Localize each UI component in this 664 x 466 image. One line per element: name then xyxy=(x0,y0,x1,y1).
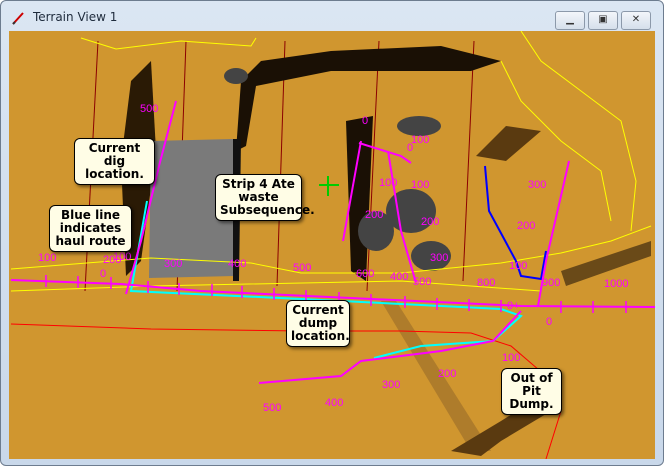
chainage-label: 300 xyxy=(382,379,400,391)
close-icon: ✕ xyxy=(631,14,641,25)
callout-current-dump: Current dump location. xyxy=(286,300,350,347)
chainage-label: 1000 xyxy=(604,278,628,290)
chainage-label: 200 xyxy=(365,209,383,221)
close-button[interactable]: ✕ xyxy=(621,11,651,30)
chainage-label: 800 xyxy=(477,277,495,289)
chainage-label: 100 xyxy=(502,352,520,364)
maximize-icon: ▣ xyxy=(598,14,608,25)
chainage-label: 0 xyxy=(546,316,552,328)
title-bar[interactable]: Terrain View 1 ▁ ▣ ✕ xyxy=(1,1,663,31)
crosshair-icon xyxy=(319,176,339,196)
window-title: Terrain View 1 xyxy=(33,10,118,24)
chainage-label: 400 xyxy=(390,271,408,283)
callout-out-of-pit-dump: Out of Pit Dump. xyxy=(501,368,562,415)
chainage-label: 400 xyxy=(325,397,343,409)
chainage-label: 200 xyxy=(438,368,456,380)
chainage-label: 0 xyxy=(362,115,368,127)
callout-current-dig: Current dig location. xyxy=(74,138,155,185)
chainage-label: 100 xyxy=(411,179,429,191)
grey-patches xyxy=(224,68,451,271)
chainage-label: 100 xyxy=(411,134,429,146)
chainage-label: 500 xyxy=(413,276,431,288)
waste-dump-ramp xyxy=(476,126,541,161)
chainage-label: 400 xyxy=(228,258,246,270)
chainage-label: 200 xyxy=(421,216,439,228)
pencil-icon xyxy=(12,12,24,25)
chainage-label: 900 xyxy=(542,277,560,289)
maximize-button[interactable]: ▣ xyxy=(588,11,618,30)
chainage-label: 0 xyxy=(100,268,106,280)
chainage-label: 100 xyxy=(38,252,56,264)
chainage-label: 500 xyxy=(140,103,158,115)
terrain-view-window: Terrain View 1 ▁ ▣ ✕ 500 100 200 100 0 3… xyxy=(0,0,664,466)
chainage-label: 300 xyxy=(430,252,448,264)
minimize-button[interactable]: ▁ xyxy=(555,11,585,30)
chainage-label: 0+ xyxy=(507,300,520,312)
chainage-label: 600 xyxy=(356,268,374,280)
chainage-label: 100 xyxy=(113,251,131,263)
chainage-label: 200 xyxy=(517,220,535,232)
chainage-label: 100 xyxy=(379,177,397,189)
chainage-label: 100 xyxy=(509,260,527,272)
track-shadow xyxy=(381,301,491,451)
chainage-label: 500 xyxy=(293,262,311,274)
chainage-label: 500 xyxy=(263,402,281,414)
chainage-label: 300 xyxy=(164,258,182,270)
chainage-label: 300 xyxy=(528,179,546,191)
callout-strip-4: Strip 4 Ate waste Subsequence. xyxy=(215,174,315,221)
chainage-label: 0 xyxy=(407,142,413,154)
minimize-icon: ▁ xyxy=(566,14,574,25)
callout-blue-line: Blue line indicates haul route xyxy=(49,205,132,252)
terrain-canvas[interactable]: 500 100 200 100 0 300 400 500 0 100 0 100 100 200 200 3… xyxy=(9,31,655,459)
